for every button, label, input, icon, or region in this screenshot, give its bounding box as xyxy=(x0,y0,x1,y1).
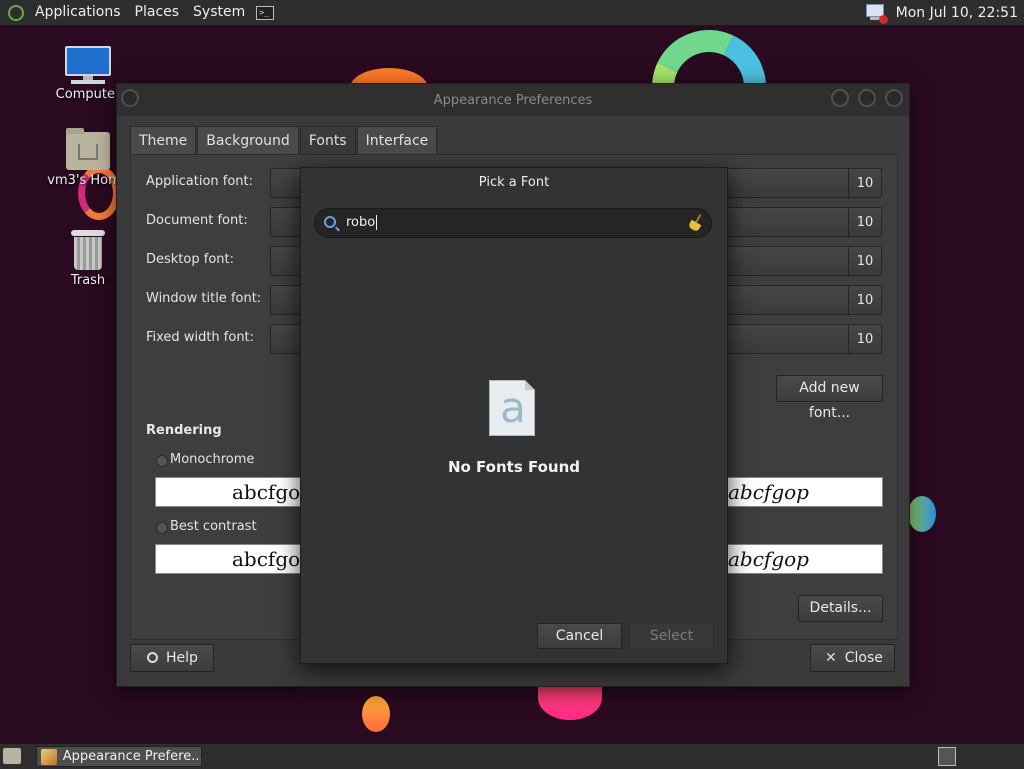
best-contrast-radio[interactable] xyxy=(156,522,168,534)
close-button[interactable]: ✕ Close xyxy=(810,644,895,672)
trash-icon xyxy=(71,230,105,270)
font-search-field[interactable]: robo xyxy=(314,208,712,238)
font-row-label: Desktop font: xyxy=(146,252,234,267)
best-contrast-sample-right: abcfgop xyxy=(725,544,883,574)
minimize-button[interactable] xyxy=(831,89,849,107)
network-disconnected-icon[interactable] xyxy=(864,3,888,24)
maximize-button[interactable] xyxy=(858,89,876,107)
workspace-switcher[interactable] xyxy=(938,747,956,766)
help-icon xyxy=(147,652,158,663)
add-new-font-button[interactable]: Add new font... xyxy=(776,375,883,421)
tab-interface[interactable]: Interface xyxy=(356,126,438,156)
font-row-label: Application font: xyxy=(146,174,254,189)
terminal-launcher-icon[interactable]: >_ xyxy=(256,5,275,20)
taskbar-item-label: Appearance Prefere... xyxy=(62,749,201,764)
tab-bar: Theme Background Fonts Interface xyxy=(130,126,438,156)
menu-system[interactable]: System xyxy=(186,0,252,25)
window-close-button[interactable] xyxy=(885,89,903,107)
search-icon xyxy=(324,216,336,228)
monochrome-radio[interactable] xyxy=(156,455,168,467)
details-button[interactable]: Details... xyxy=(798,595,883,622)
monochrome-sample-right: abcfgop xyxy=(725,477,883,507)
font-size: 10 xyxy=(848,247,881,277)
main-menu-bar: Applications Places System >_ xyxy=(0,0,275,25)
font-size: 10 xyxy=(848,208,881,238)
best-contrast-sample-left: abcfgop xyxy=(155,544,313,574)
top-panel-tray: Mon Jul 10, 22:51 xyxy=(864,3,1024,24)
panel-clock[interactable]: Mon Jul 10, 22:51 xyxy=(896,5,1018,21)
font-size: 10 xyxy=(848,325,881,355)
menu-applications[interactable]: Applications xyxy=(28,0,128,25)
cancel-button[interactable]: Cancel xyxy=(537,623,622,649)
tab-fonts[interactable]: Fonts xyxy=(299,126,356,156)
clear-search-icon[interactable] xyxy=(687,214,704,233)
close-icon: ✕ xyxy=(825,650,837,666)
font-file-icon: a xyxy=(489,380,535,436)
best-contrast-label: Best contrast xyxy=(170,519,257,534)
wallpaper-blob-orange-small xyxy=(362,696,390,732)
computer-icon xyxy=(65,46,111,84)
help-button-label: Help xyxy=(166,650,198,666)
select-button[interactable]: Select xyxy=(629,623,714,649)
top-panel: Applications Places System >_ Mon Jul 10… xyxy=(0,0,1024,26)
font-row-label: Document font: xyxy=(146,213,248,228)
desktop-icon-label: Computer xyxy=(55,87,121,102)
tab-theme[interactable]: Theme xyxy=(130,126,197,156)
no-fonts-found-message: No Fonts Found xyxy=(447,458,581,476)
window-title: Appearance Preferences xyxy=(433,93,593,108)
close-button-label: Close xyxy=(844,650,883,666)
tab-background[interactable]: Background xyxy=(197,126,299,156)
rendering-heading: Rendering xyxy=(146,423,222,438)
font-search-input[interactable]: robo xyxy=(346,215,378,230)
bottom-panel: Appearance Prefere... xyxy=(0,743,1024,769)
dialog-title: Pick a Font xyxy=(478,175,550,190)
font-row-label: Window title font: xyxy=(146,291,262,306)
pick-a-font-dialog: Pick a Font robo a No Fonts Found Cancel… xyxy=(300,167,728,664)
distro-logo-icon[interactable] xyxy=(8,4,24,21)
window-titlebar[interactable]: Appearance Preferences xyxy=(117,84,909,116)
help-button[interactable]: Help xyxy=(130,644,214,672)
home-folder-icon xyxy=(66,128,110,170)
monochrome-label: Monochrome xyxy=(170,452,255,467)
desktop-icon-label: Trash xyxy=(70,273,106,288)
wallpaper-blob-blue xyxy=(908,496,936,532)
taskbar-item-appearance[interactable]: Appearance Prefere... xyxy=(36,746,202,767)
font-row-label: Fixed width font: xyxy=(146,330,255,345)
monochrome-sample-left: abcfgop xyxy=(155,477,313,507)
appearance-app-icon xyxy=(41,748,57,765)
font-size: 10 xyxy=(848,169,881,199)
menu-places[interactable]: Places xyxy=(128,0,187,25)
show-desktop-icon[interactable] xyxy=(3,748,21,764)
font-size: 10 xyxy=(848,286,881,316)
